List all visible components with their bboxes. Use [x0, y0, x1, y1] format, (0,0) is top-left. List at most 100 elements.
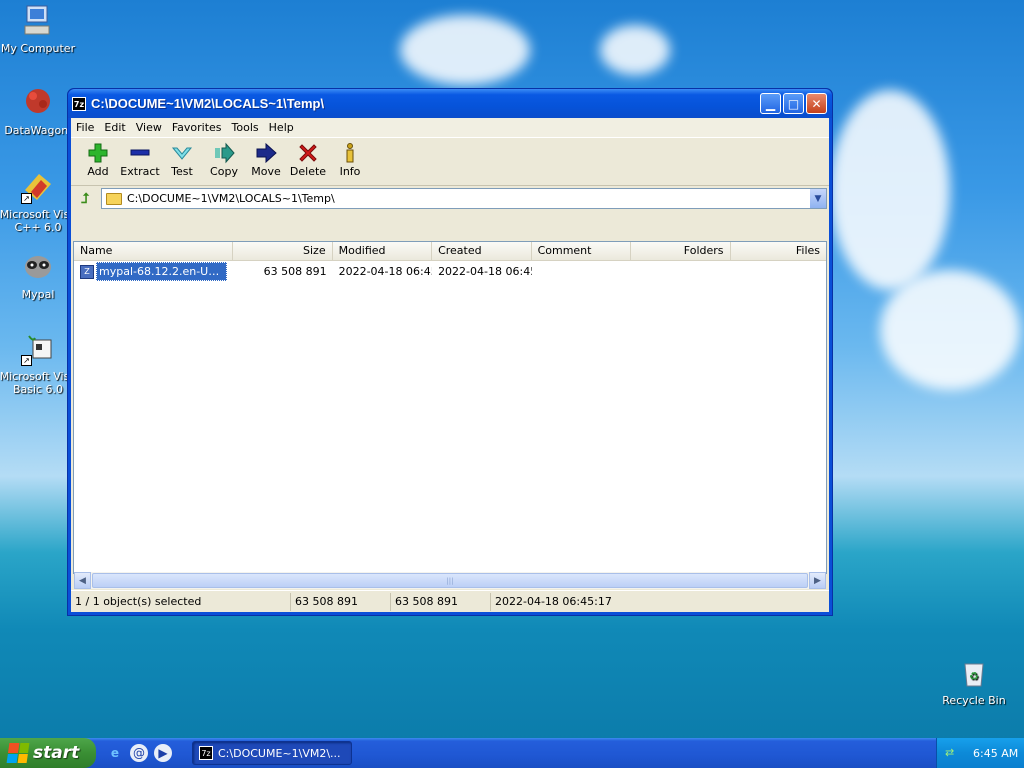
status-bar: 1 / 1 object(s) selected 63 508 891 63 5… — [71, 590, 829, 612]
test-button[interactable]: Test — [161, 141, 203, 178]
menu-file[interactable]: File — [71, 121, 99, 134]
address-path[interactable]: C:\DOCUME~1\VM2\LOCALS~1\Temp\ — [127, 192, 809, 205]
desktop-icon-label: My Computer — [0, 42, 76, 55]
7zip-app-icon[interactable]: 7z — [72, 96, 86, 111]
desktop-icon-label: Recycle Bin — [942, 694, 1006, 707]
column-header-folders[interactable]: Folders — [631, 242, 731, 260]
plus-icon — [86, 141, 110, 165]
list-header: Name Size Modified Created Comment Folde… — [74, 242, 826, 261]
visual-cpp-icon: ↗ — [21, 170, 55, 204]
scroll-left-button[interactable]: ◀ — [74, 572, 91, 589]
taskbar-button-label: C:\DOCUME~1\VM2\... — [218, 746, 341, 760]
menu-view[interactable]: View — [131, 121, 167, 134]
file-size: 63 508 891 — [263, 265, 327, 278]
delete-button[interactable]: Delete — [287, 141, 329, 178]
archive-file-icon: Z — [80, 264, 94, 279]
move-arrow-icon — [254, 141, 278, 165]
clock[interactable]: 6:45 AM — [973, 747, 1018, 760]
minus-icon — [128, 141, 152, 165]
status-date: 2022-04-18 06:45:17 — [495, 594, 612, 608]
horizontal-scrollbar[interactable]: ◀ ||| ▶ — [74, 572, 826, 589]
extract-label: Extract — [120, 165, 160, 178]
file-created: 2022-04-18 06:45 — [438, 265, 532, 278]
window-title: C:\DOCUME~1\VM2\LOCALS~1\Temp\ — [91, 96, 325, 111]
check-icon — [170, 141, 194, 165]
file-modified: 2022-04-18 06:45 — [338, 265, 433, 278]
file-name-cell[interactable]: Z mypal-68.12.2.en-US.win... — [74, 262, 233, 281]
recycle-bin-icon: ♻ — [957, 656, 991, 690]
menu-help[interactable]: Help — [264, 121, 299, 134]
desktop-icon-my-computer[interactable]: My Computer — [0, 4, 78, 55]
address-row: ⮥ C:\DOCUME~1\VM2\LOCALS~1\Temp\ ▼ — [71, 186, 829, 211]
datawagon-icon — [21, 86, 55, 120]
internet-explorer-icon[interactable]: e — [106, 744, 124, 762]
toolbar: Add Extract Test Copy Move Delete Info — [71, 138, 829, 186]
start-button[interactable]: start — [0, 738, 96, 768]
menu-tools[interactable]: Tools — [227, 121, 264, 134]
start-label: start — [33, 743, 80, 763]
up-folder-button[interactable]: ⮥ — [73, 188, 97, 210]
table-row[interactable]: Z mypal-68.12.2.en-US.win... 63 508 891 … — [74, 262, 826, 281]
svg-text:♻: ♻ — [969, 670, 979, 683]
scroll-thumb[interactable]: ||| — [92, 573, 808, 588]
chevron-right-icon: ▶ — [814, 575, 821, 586]
up-arrow-icon: ⮥ — [80, 190, 90, 207]
scroll-right-button[interactable]: ▶ — [809, 572, 826, 589]
info-label: Info — [339, 165, 361, 178]
taskbar-button-7zip[interactable]: 7z C:\DOCUME~1\VM2\... — [192, 741, 352, 765]
info-button[interactable]: Info — [329, 141, 371, 178]
folder-icon — [106, 192, 122, 205]
status-size: 63 508 891 — [291, 592, 391, 611]
file-list[interactable]: Name Size Modified Created Comment Folde… — [73, 241, 827, 574]
menu-favorites[interactable]: Favorites — [167, 121, 227, 134]
file-name[interactable]: mypal-68.12.2.en-US.win... — [96, 262, 228, 281]
column-header-size[interactable]: Size — [233, 242, 333, 260]
delete-x-icon — [296, 141, 320, 165]
close-icon: ✕ — [811, 96, 822, 111]
media-player-icon[interactable]: ▶ — [154, 744, 172, 762]
column-header-files[interactable]: Files — [731, 242, 827, 260]
status-selected: 1 / 1 object(s) selected — [71, 592, 291, 611]
column-header-name[interactable]: Name — [74, 242, 234, 260]
extract-button[interactable]: Extract — [119, 141, 161, 178]
move-button[interactable]: Move — [245, 141, 287, 178]
delete-label: Delete — [289, 165, 327, 178]
computer-icon — [21, 4, 55, 38]
status-packed-size: 63 508 891 — [391, 592, 491, 611]
address-bar[interactable]: C:\DOCUME~1\VM2\LOCALS~1\Temp\ ▼ — [101, 188, 827, 209]
grip-icon: ||| — [446, 576, 454, 585]
visual-basic-icon: ↗ — [21, 332, 55, 366]
minimize-icon: ▁ — [765, 96, 776, 111]
shortcut-arrow-icon: ↗ — [21, 355, 32, 366]
add-label: Add — [87, 165, 109, 178]
network-icon[interactable]: ⇄ — [945, 746, 959, 760]
menu-edit[interactable]: Edit — [99, 121, 130, 134]
outlook-express-icon[interactable]: @ — [130, 744, 148, 762]
minimize-button[interactable]: ▁ — [760, 93, 781, 114]
maximize-button[interactable]: □ — [783, 93, 804, 114]
menu-bar: File Edit View Favorites Tools Help — [71, 118, 829, 138]
windows-logo-icon — [6, 743, 30, 763]
desktop-icon-recycle-bin[interactable]: ♻ Recycle Bin — [934, 656, 1014, 707]
copy-label: Copy — [210, 165, 238, 178]
test-label: Test — [171, 165, 193, 178]
copy-button[interactable]: Copy — [203, 141, 245, 178]
system-tray: ⇄ 6:45 AM — [936, 738, 1024, 768]
quick-launch: e @ ▶ — [96, 744, 182, 762]
7zip-app-icon: 7z — [199, 746, 213, 760]
info-icon — [338, 141, 362, 165]
shortcut-arrow-icon: ↗ — [21, 193, 32, 204]
copy-arrow-icon — [212, 141, 236, 165]
column-header-comment[interactable]: Comment — [532, 242, 632, 260]
chevron-left-icon: ◀ — [79, 575, 86, 586]
add-button[interactable]: Add — [77, 141, 119, 178]
close-button[interactable]: ✕ — [806, 93, 827, 114]
column-header-modified[interactable]: Modified — [333, 242, 433, 260]
title-bar[interactable]: 7z C:\DOCUME~1\VM2\LOCALS~1\Temp\ ▁ □ ✕ — [68, 89, 832, 118]
address-dropdown-button[interactable]: ▼ — [809, 189, 826, 208]
column-header-created[interactable]: Created — [432, 242, 532, 260]
file-manager-window: 7z C:\DOCUME~1\VM2\LOCALS~1\Temp\ ▁ □ ✕ … — [67, 88, 833, 616]
raccoon-icon — [21, 250, 55, 284]
chevron-down-icon: ▼ — [814, 193, 822, 204]
taskbar: start e @ ▶ 7z C:\DOCUME~1\VM2\... ⇄ 6:4… — [0, 738, 1024, 768]
